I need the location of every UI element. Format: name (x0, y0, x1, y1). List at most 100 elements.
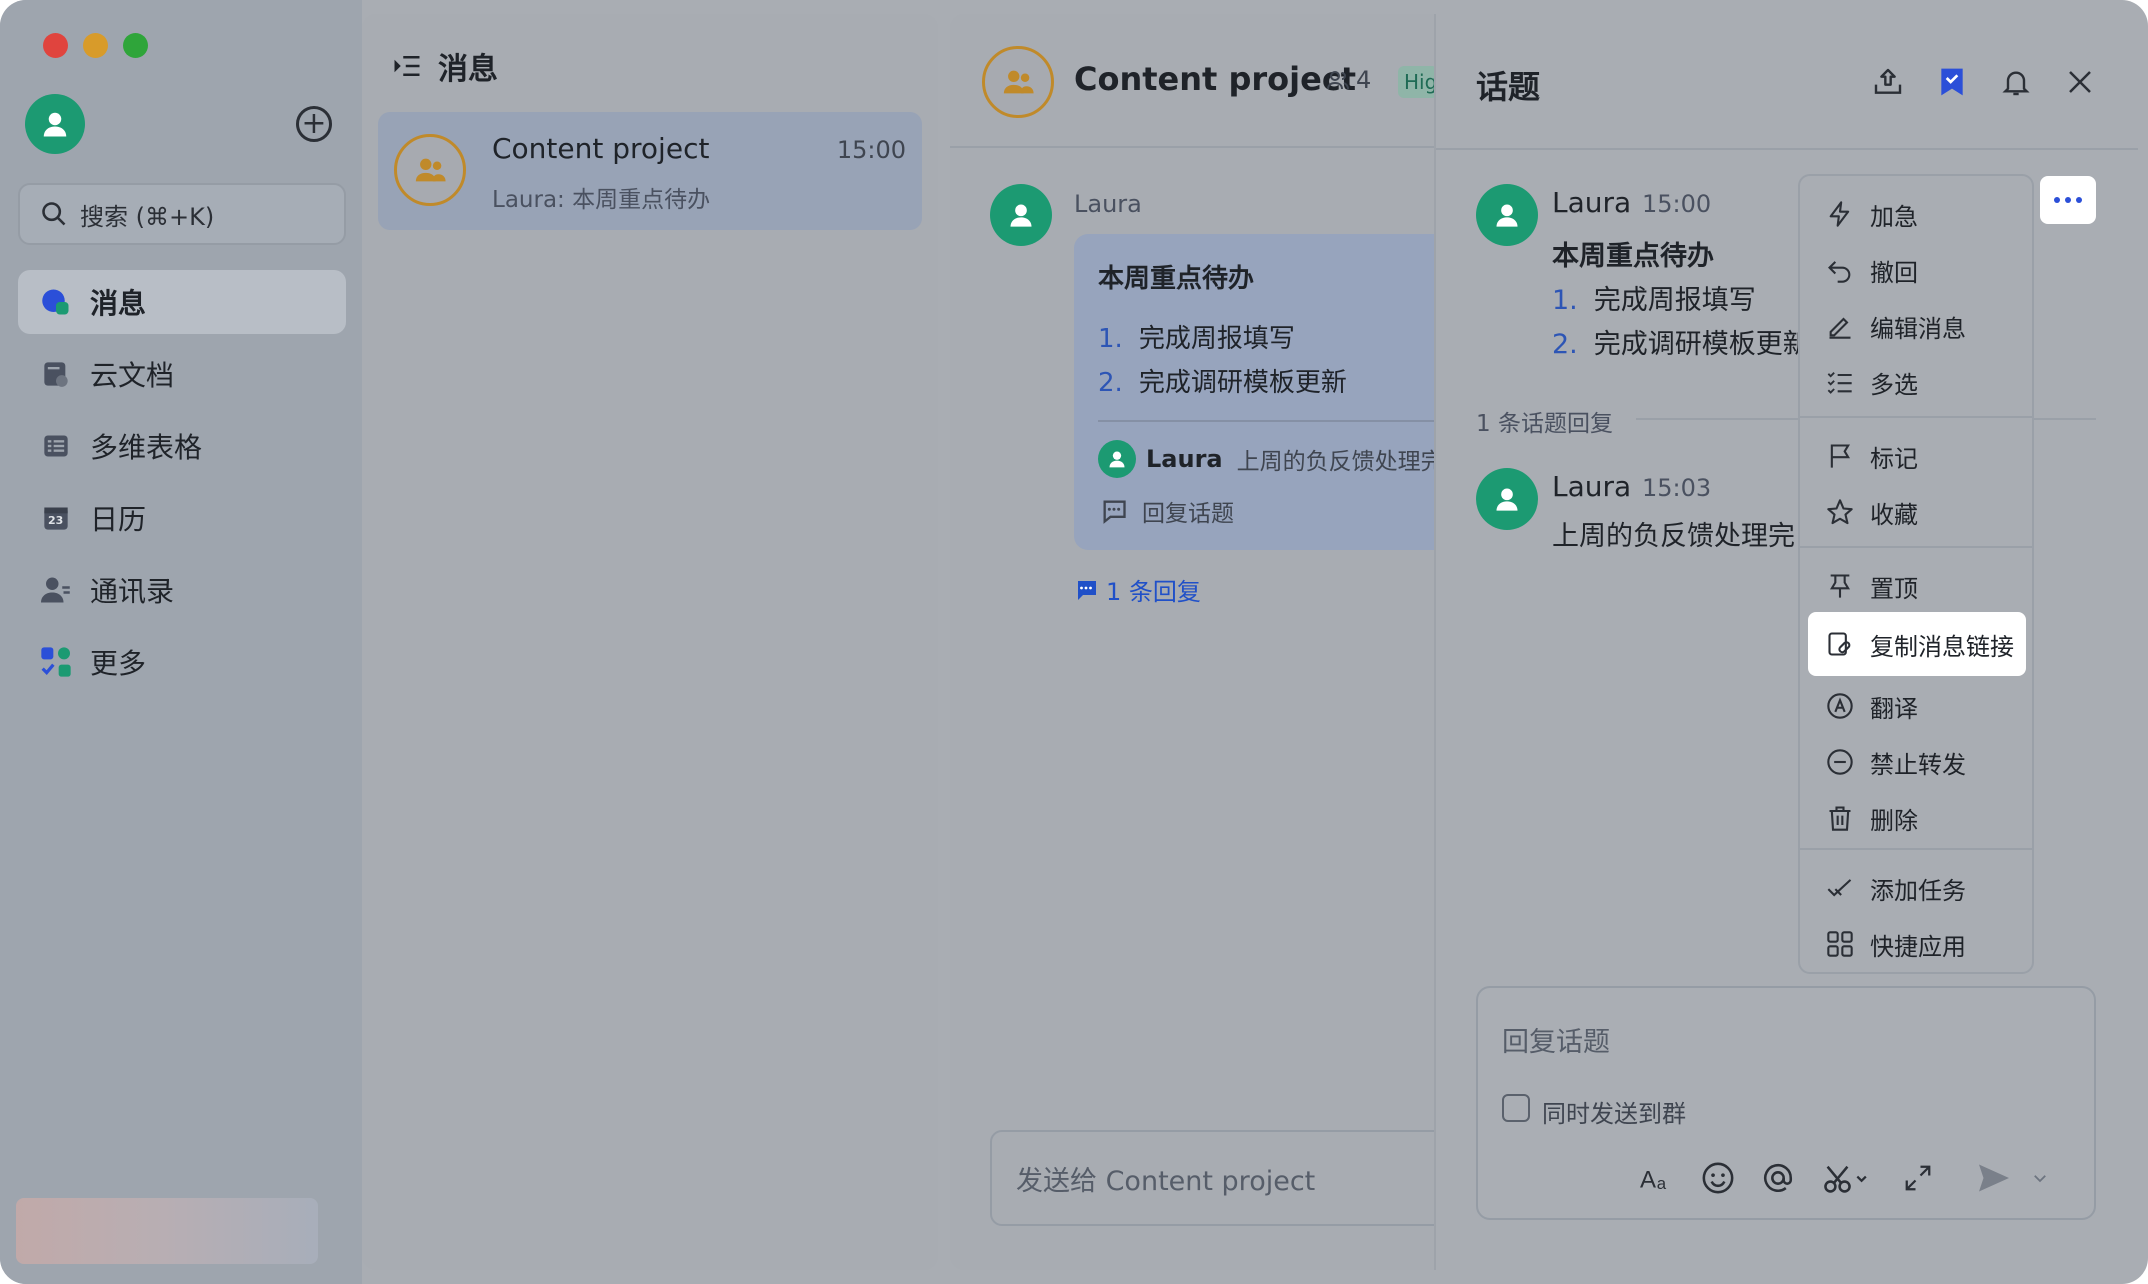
collapse-list-icon[interactable] (392, 51, 422, 81)
menu-item-favorite[interactable]: 收藏 (1808, 484, 2028, 540)
person-icon (43, 112, 67, 137)
menu-item-quick-apps[interactable]: 快捷应用 (1808, 916, 2028, 972)
group-icon (415, 158, 446, 182)
menu-item-pin[interactable]: 置顶 (1808, 558, 2028, 614)
multi-select-icon (1824, 366, 1856, 398)
thread-reply-sender: Laura (1552, 470, 1632, 503)
sidebar: + 搜索 (⌘+K) 消息 云文档 多维表格 23 日历 通讯录 更多 (0, 0, 362, 1284)
conversation-item[interactable]: Content project 15:00 Laura: 本周重点待办 (378, 112, 922, 230)
also-send-label: 同时发送到群 (1542, 1100, 1686, 1128)
nav-item-more[interactable]: 更多 (18, 630, 346, 694)
mention-button[interactable] (1758, 1158, 1798, 1198)
menu-label: 标记 (1870, 444, 1918, 473)
menu-item-no-forward[interactable]: 禁止转发 (1808, 734, 2028, 790)
format-button[interactable]: Aa (1638, 1158, 1678, 1198)
send-button[interactable] (1974, 1158, 2014, 1198)
send-options-button[interactable] (2026, 1158, 2054, 1198)
message-list-header: 消息 (392, 44, 498, 88)
screenshot-button[interactable] (1818, 1158, 1874, 1198)
svg-text:a: a (1657, 1174, 1667, 1193)
person-icon (1496, 204, 1518, 227)
menu-label: 删除 (1870, 806, 1918, 835)
contacts-icon (40, 574, 72, 606)
message-sender: Laura (1074, 190, 1142, 218)
flag-icon (1824, 440, 1856, 472)
person-icon (1109, 451, 1125, 468)
app-window: + 搜索 (⌘+K) 消息 云文档 多维表格 23 日历 通讯录 更多 消息 C… (0, 0, 2148, 1284)
menu-item-translate[interactable]: 翻译 (1808, 678, 2028, 734)
close-window-button[interactable] (43, 33, 68, 58)
more-actions-button[interactable] (2040, 176, 2096, 224)
close-thread-button[interactable] (2062, 64, 2098, 100)
message-list-item: 2. 完成调研模板更新 (1098, 368, 1347, 398)
link-icon (1824, 628, 1856, 660)
sender-avatar[interactable] (990, 184, 1052, 246)
menu-label: 复制消息链接 (1870, 632, 2014, 661)
menu-item-multi-select[interactable]: 多选 (1808, 354, 2028, 410)
user-avatar[interactable] (25, 94, 85, 154)
nav-item-messages[interactable]: 消息 (18, 270, 346, 334)
reply-topic-button[interactable]: 回复话题 (1100, 494, 1234, 528)
nav-item-docs[interactable]: 云文档 (18, 342, 346, 406)
sender-avatar[interactable] (1476, 468, 1538, 530)
quick-apps-icon (1824, 928, 1856, 960)
menu-item-edit[interactable]: 编辑消息 (1808, 298, 2028, 354)
menu-label: 撤回 (1870, 258, 1918, 287)
message-bubble[interactable]: 本周重点待办 1. 完成周报填写 2. 完成调研模板更新 Laura 上周的负反馈处… (1074, 234, 1494, 550)
sender-avatar[interactable] (1476, 184, 1538, 246)
pin-icon (1824, 570, 1856, 602)
menu-item-add-task[interactable]: 添加任务 (1808, 860, 2028, 916)
expand-editor-button[interactable] (1898, 1158, 1938, 1198)
group-avatar[interactable] (982, 46, 1054, 118)
bell-icon (2002, 71, 2030, 96)
menu-item-flag[interactable]: 标记 (1808, 428, 2028, 484)
menu-item-urgent[interactable]: 加急 (1808, 186, 2028, 242)
subscribe-thread-button[interactable] (1934, 64, 1970, 100)
menu-label: 多选 (1870, 370, 1918, 399)
menu-label: 加急 (1870, 202, 1918, 231)
person-icon (1010, 204, 1032, 227)
at-icon (1763, 1163, 1793, 1192)
minimize-window-button[interactable] (83, 33, 108, 58)
menu-divider (1800, 416, 2032, 418)
context-menu: 加急 撤回 编辑消息 多选 标记 收藏 置顶 复制消息链接 翻译 禁止转发 删除… (1798, 174, 2034, 974)
reply-topic-label: 回复话题 (1142, 501, 1234, 527)
latest-reply[interactable]: Laura 上周的负反馈处理完 (1098, 440, 1444, 478)
thread-input-placeholder: 回复话题 (1502, 1027, 1610, 1058)
close-icon (2069, 71, 2091, 93)
priority-tag: High (1398, 66, 1438, 98)
trash-icon (1824, 802, 1856, 834)
members-icon (1327, 71, 1349, 90)
maximize-window-button[interactable] (123, 33, 148, 58)
search-icon (42, 202, 66, 226)
menu-item-recall[interactable]: 撤回 (1808, 242, 2028, 298)
also-send-checkbox[interactable] (1502, 1094, 1530, 1122)
member-count[interactable]: 4 (1326, 66, 1371, 94)
nav-item-base[interactable]: 多维表格 (18, 414, 346, 478)
task-icon (1824, 872, 1856, 904)
svg-text:A: A (1640, 1167, 1656, 1194)
thread-reply-time: 15:03 (1642, 474, 1712, 502)
message-list-item: 1. 完成周报填写 (1098, 324, 1295, 354)
menu-label: 收藏 (1870, 500, 1918, 529)
emoji-button[interactable] (1698, 1158, 1738, 1198)
send-icon (1979, 1164, 2009, 1192)
nav-item-contacts[interactable]: 通讯录 (18, 558, 346, 622)
notifications-button[interactable] (1998, 64, 2034, 100)
menu-item-delete[interactable]: 删除 (1808, 790, 2028, 846)
reply-name: Laura (1146, 445, 1223, 473)
menu-divider (1800, 546, 2032, 548)
edit-icon (1824, 310, 1856, 342)
reply-count-link[interactable]: 1 条回复 (1074, 572, 1201, 607)
member-count-value: 4 (1356, 66, 1372, 94)
menu-item-copy-link[interactable]: 复制消息链接 (1808, 612, 2026, 676)
nav-item-calendar[interactable]: 23 日历 (18, 486, 346, 550)
message-list-panel: 消息 Content project 15:00 Laura: 本周重点待办 (362, 14, 938, 1270)
search-box[interactable]: 搜索 (⌘+K) (18, 183, 346, 245)
chat-input[interactable]: 发送给 Content project (990, 1130, 1470, 1226)
thread-reply-input[interactable]: 回复话题 同时发送到群 Aa (1476, 986, 2096, 1220)
share-thread-button[interactable] (1870, 64, 1906, 100)
lightning-icon (1824, 198, 1856, 230)
add-button[interactable]: + (296, 106, 332, 142)
thread-root-item: 2. 完成调研模板更新 (1552, 329, 1810, 360)
